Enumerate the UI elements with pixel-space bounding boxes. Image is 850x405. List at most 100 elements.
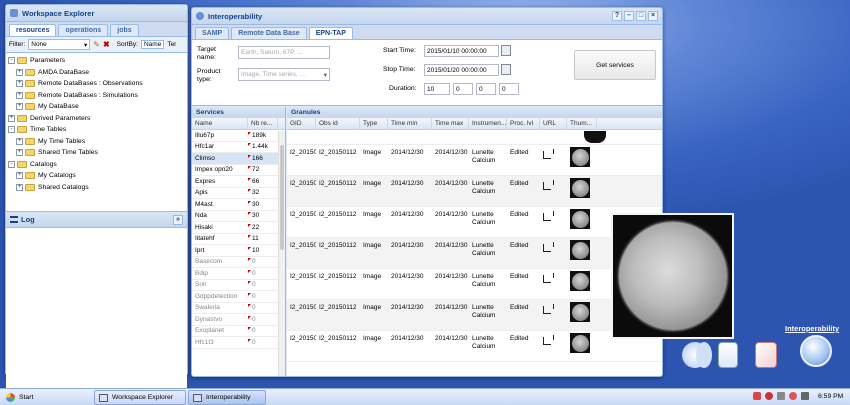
expand-toggle-icon[interactable]: + bbox=[16, 80, 23, 88]
thumbnail-image[interactable] bbox=[570, 178, 590, 198]
granule-column-header[interactable]: Thum... bbox=[567, 118, 597, 129]
target-name-input[interactable]: Earth, Saturn, 67P, ... bbox=[238, 46, 330, 59]
tree-node[interactable]: + Shared Catalogs bbox=[8, 182, 185, 194]
granule-url[interactable] bbox=[540, 180, 567, 192]
granule-row[interactable]: I2_20150 I2_20150112 Image 2014/12/30 2014/1… bbox=[287, 300, 662, 331]
product-type-select[interactable]: Image, Time series, ... ▾ bbox=[238, 68, 330, 81]
tray-mail-icon[interactable] bbox=[753, 392, 761, 400]
granule-row[interactable]: I2_20150 I2_20150112 Image 2014/12/30 2014/1… bbox=[287, 207, 662, 238]
log-collapse-icon[interactable]: » bbox=[173, 214, 183, 225]
expand-toggle-icon[interactable]: + bbox=[8, 114, 15, 122]
granule-url[interactable] bbox=[540, 304, 567, 316]
thumbnail-image[interactable] bbox=[570, 333, 590, 353]
workspace-explorer-titlebar[interactable]: Workspace Explorer bbox=[6, 5, 187, 22]
tree-node[interactable]: + My Time Tables bbox=[8, 136, 185, 148]
granule-thumbnail[interactable] bbox=[567, 333, 597, 353]
tree-node[interactable]: + AMDA DataBase bbox=[8, 67, 185, 79]
granule-row[interactable]: I2_20150 I2_20150112 Image 2014/12/30 2014/1… bbox=[287, 269, 662, 300]
scroll-thumb[interactable] bbox=[280, 145, 284, 250]
service-row[interactable]: Illu67p 189k bbox=[192, 130, 285, 142]
granule-url[interactable] bbox=[540, 242, 567, 254]
sort-ter-button[interactable]: Ter bbox=[167, 41, 176, 48]
granule-column-header[interactable]: Proc. lvl bbox=[507, 118, 540, 129]
tree-node[interactable]: + Shared Time Tables bbox=[8, 147, 185, 159]
expand-toggle-icon[interactable]: + bbox=[16, 91, 23, 99]
service-row[interactable]: Climso 166 bbox=[192, 153, 285, 165]
tray-shield-icon[interactable] bbox=[765, 392, 773, 400]
calendar-icon[interactable] bbox=[501, 64, 511, 75]
tray-volume-icon[interactable] bbox=[801, 392, 809, 400]
service-row[interactable]: Soir 0 bbox=[192, 280, 285, 291]
granule-column-header[interactable]: Time min bbox=[388, 118, 432, 129]
granule-thumbnail[interactable] bbox=[567, 271, 597, 291]
tray-update-icon[interactable] bbox=[789, 392, 797, 400]
get-services-button[interactable]: Get services bbox=[574, 50, 656, 80]
external-link-icon[interactable] bbox=[543, 273, 554, 283]
service-row[interactable]: Exoplanet 0 bbox=[192, 326, 285, 337]
granule-url[interactable] bbox=[540, 335, 567, 347]
expand-toggle-icon[interactable]: + bbox=[16, 149, 23, 157]
granule-url[interactable] bbox=[540, 211, 567, 223]
service-row[interactable]: Expres 66 bbox=[192, 176, 285, 188]
interoperability-icon[interactable] bbox=[800, 335, 832, 367]
service-row[interactable]: Basecom 0 bbox=[192, 257, 285, 268]
granule-column-header[interactable]: URL bbox=[540, 118, 567, 129]
granule-thumbnail[interactable] bbox=[567, 147, 597, 167]
tree-node[interactable]: + My Catalogs bbox=[8, 170, 185, 182]
expand-toggle-icon[interactable]: - bbox=[8, 126, 15, 134]
duration-hours-input[interactable]: 0 bbox=[453, 83, 473, 95]
external-link-icon[interactable] bbox=[543, 304, 554, 314]
tree-node[interactable]: - Parameters bbox=[8, 55, 185, 67]
taskbar-item-interoperability[interactable]: Interoperability bbox=[188, 390, 266, 405]
service-row[interactable]: Swaleria 0 bbox=[192, 303, 285, 314]
col-nb-results[interactable]: Nb re... bbox=[248, 118, 278, 129]
granule-column-header[interactable]: Obs id bbox=[316, 118, 360, 129]
filter-select[interactable]: None ▾ bbox=[28, 39, 91, 50]
external-link-icon[interactable] bbox=[543, 242, 554, 252]
service-row[interactable]: Dynastvo 0 bbox=[192, 314, 285, 326]
tab-operations[interactable]: operations bbox=[58, 24, 109, 36]
external-link-icon[interactable] bbox=[543, 335, 554, 345]
calendar-icon[interactable] bbox=[501, 45, 511, 56]
granule-thumbnail[interactable] bbox=[567, 178, 597, 198]
tab-epn-tap[interactable]: EPN-TAP bbox=[308, 27, 353, 39]
thumbnail-image[interactable] bbox=[570, 209, 590, 229]
delete-icon[interactable]: ✖ bbox=[103, 40, 110, 49]
edit-icon[interactable]: ✎ bbox=[93, 40, 100, 49]
tab-resources[interactable]: resources bbox=[9, 24, 57, 36]
thumbnail-image[interactable] bbox=[570, 147, 590, 167]
expand-toggle-icon[interactable]: + bbox=[16, 137, 23, 145]
granule-column-header[interactable]: GID bbox=[287, 118, 316, 129]
external-link-icon[interactable] bbox=[543, 149, 554, 159]
expand-toggle-icon[interactable]: - bbox=[8, 57, 15, 65]
tree-node[interactable]: - Time Tables bbox=[8, 124, 185, 136]
service-row[interactable]: Impex opn20 72 bbox=[192, 165, 285, 176]
expand-toggle-icon[interactable]: + bbox=[16, 172, 23, 180]
help-icon[interactable]: ? bbox=[612, 11, 622, 21]
service-row[interactable]: Hisaki 22 bbox=[192, 222, 285, 234]
service-row[interactable]: M4ast 30 bbox=[192, 199, 285, 211]
service-row[interactable]: Nda 30 bbox=[192, 211, 285, 222]
granule-thumbnail[interactable] bbox=[567, 240, 597, 260]
services-scrollbar[interactable] bbox=[278, 131, 285, 376]
tab-remote-database[interactable]: Remote Data Base bbox=[231, 27, 307, 39]
granule-thumbnail[interactable] bbox=[567, 302, 597, 322]
thumbnail-image[interactable] bbox=[570, 240, 590, 260]
sort-name-button[interactable]: Name bbox=[140, 40, 165, 49]
desktop-interoperability-label[interactable]: Interoperability bbox=[785, 324, 839, 333]
taskbar-item-workspace-explorer[interactable]: Workspace Explorer bbox=[94, 390, 186, 405]
service-row[interactable]: Apis 32 bbox=[192, 188, 285, 199]
minimize-icon[interactable]: – bbox=[624, 11, 634, 21]
duration-minutes-input[interactable]: 0 bbox=[476, 83, 496, 95]
granule-row-partial[interactable] bbox=[287, 130, 662, 145]
granule-column-header[interactable]: Type bbox=[360, 118, 388, 129]
duration-days-input[interactable]: 10 bbox=[424, 83, 450, 95]
desktop-plot-icon[interactable] bbox=[755, 342, 777, 368]
external-link-icon[interactable] bbox=[543, 211, 554, 221]
granule-row[interactable]: I2_20150 I2_20150112 Image 2014/12/30 2014/1… bbox=[287, 145, 662, 176]
granule-column-header[interactable]: Instrumen... bbox=[469, 118, 507, 129]
thumbnail-image[interactable] bbox=[570, 302, 590, 322]
granule-thumbnail[interactable] bbox=[567, 209, 597, 229]
service-row[interactable]: Iitatehf 11 bbox=[192, 234, 285, 245]
thumbnail-image[interactable] bbox=[584, 131, 606, 143]
